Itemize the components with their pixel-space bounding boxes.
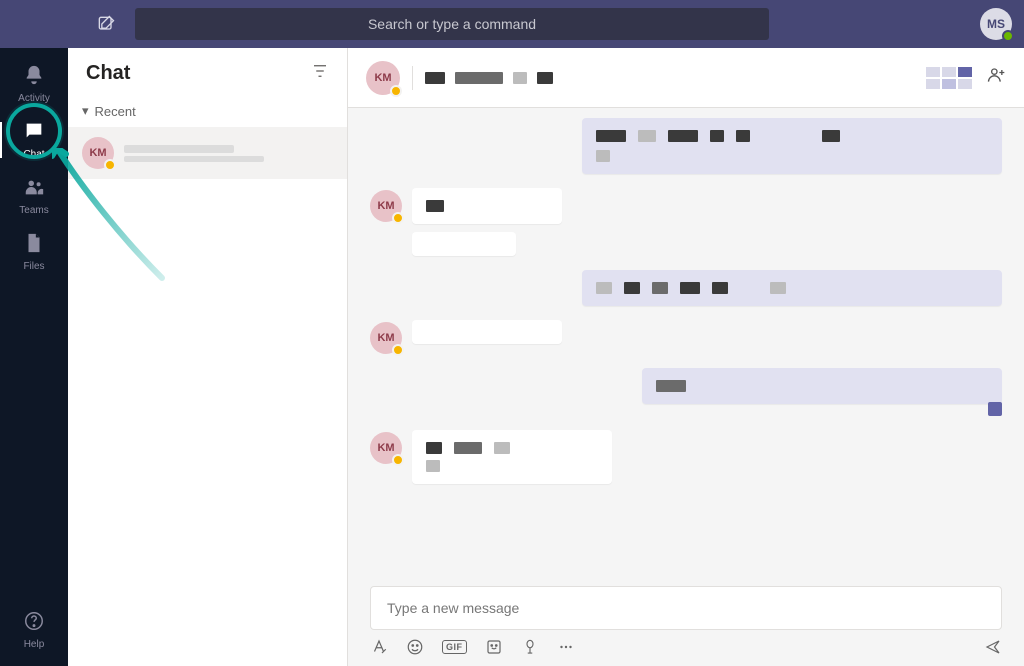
compose-area: GIF	[348, 578, 1024, 666]
message-outgoing[interactable]	[370, 118, 1002, 174]
more-icon[interactable]	[557, 638, 575, 656]
message-bubble	[412, 232, 516, 256]
message-outgoing[interactable]	[370, 270, 1002, 306]
filter-icon[interactable]	[311, 62, 329, 85]
search-input[interactable]	[135, 8, 769, 40]
presence-away-icon	[392, 454, 404, 466]
compose-toolbar: GIF	[370, 638, 1002, 656]
message-list: KM KM	[348, 108, 1024, 578]
chat-panel-header: Chat	[68, 48, 347, 95]
title-bar: MS	[0, 0, 1024, 48]
message-incoming[interactable]: KM	[370, 430, 1002, 484]
chat-item-text	[124, 145, 333, 162]
conversation-avatar[interactable]: KM	[366, 61, 400, 95]
avatar: KM	[370, 190, 402, 222]
meetup-icon[interactable]	[521, 638, 539, 656]
format-icon[interactable]	[370, 638, 388, 656]
message-bubble	[582, 118, 1002, 174]
chat-icon	[23, 120, 45, 147]
message-bubble	[412, 188, 562, 224]
avatar-initials: KM	[377, 442, 394, 454]
reaction-icon[interactable]	[988, 402, 1002, 416]
nav-chat[interactable]: Chat	[0, 112, 68, 168]
message-bubble	[412, 320, 562, 344]
chat-panel-title: Chat	[86, 62, 130, 85]
nav-activity-label: Activity	[18, 93, 50, 104]
conversation-pane: KM KM	[348, 48, 1024, 666]
message-bubble	[642, 368, 1002, 404]
message-input[interactable]	[385, 599, 987, 617]
avatar-initials: KM	[377, 200, 394, 212]
profile-initials: MS	[987, 17, 1005, 31]
nav-teams[interactable]: Teams	[0, 168, 68, 224]
add-people-icon[interactable]	[986, 65, 1006, 90]
recent-label: Recent	[95, 104, 136, 119]
avatar-initials: KM	[377, 332, 394, 344]
message-incoming[interactable]: KM	[370, 188, 1002, 256]
chat-list-panel: Chat ▾ Recent KM	[68, 48, 348, 666]
recent-section-header[interactable]: ▾ Recent	[68, 95, 347, 127]
nav-files-label: Files	[23, 261, 44, 272]
message-bubble	[412, 430, 612, 484]
presence-away-icon	[104, 159, 116, 171]
avatar: KM	[82, 137, 114, 169]
nav-rail: Activity Chat Teams Files Help	[0, 48, 68, 666]
nav-help-label: Help	[24, 639, 45, 650]
avatar: KM	[370, 432, 402, 464]
compose-box[interactable]	[370, 586, 1002, 630]
vertical-divider	[412, 66, 413, 90]
presence-away-icon	[392, 212, 404, 224]
nav-files[interactable]: Files	[0, 224, 68, 280]
nav-help[interactable]: Help	[0, 602, 68, 658]
emoji-icon[interactable]	[406, 638, 424, 656]
gif-icon[interactable]: GIF	[442, 640, 467, 654]
bell-icon	[23, 64, 45, 91]
message-incoming[interactable]: KM	[370, 320, 1002, 354]
chevron-down-icon: ▾	[82, 103, 89, 119]
help-icon	[23, 610, 45, 637]
conversation-tabs[interactable]	[425, 72, 553, 84]
message-outgoing[interactable]	[370, 368, 1002, 416]
conversation-header: KM	[348, 48, 1024, 108]
avatar-initials: KM	[374, 72, 391, 84]
sticker-icon[interactable]	[485, 638, 503, 656]
chat-list-item[interactable]: KM	[68, 127, 347, 179]
nav-chat-label: Chat	[23, 149, 44, 160]
avatar-initials: KM	[89, 147, 106, 159]
avatar: KM	[370, 322, 402, 354]
presence-away-icon	[390, 85, 402, 97]
presence-available-icon	[1002, 30, 1014, 42]
presence-away-icon	[392, 344, 404, 356]
nav-activity[interactable]: Activity	[0, 56, 68, 112]
org-chart-icon[interactable]	[926, 67, 972, 89]
new-chat-icon[interactable]	[96, 14, 116, 39]
nav-teams-label: Teams	[19, 205, 48, 216]
profile-avatar[interactable]: MS	[980, 8, 1012, 40]
send-icon[interactable]	[984, 638, 1002, 656]
files-icon	[23, 232, 45, 259]
teams-icon	[23, 176, 45, 203]
message-bubble	[582, 270, 1002, 306]
